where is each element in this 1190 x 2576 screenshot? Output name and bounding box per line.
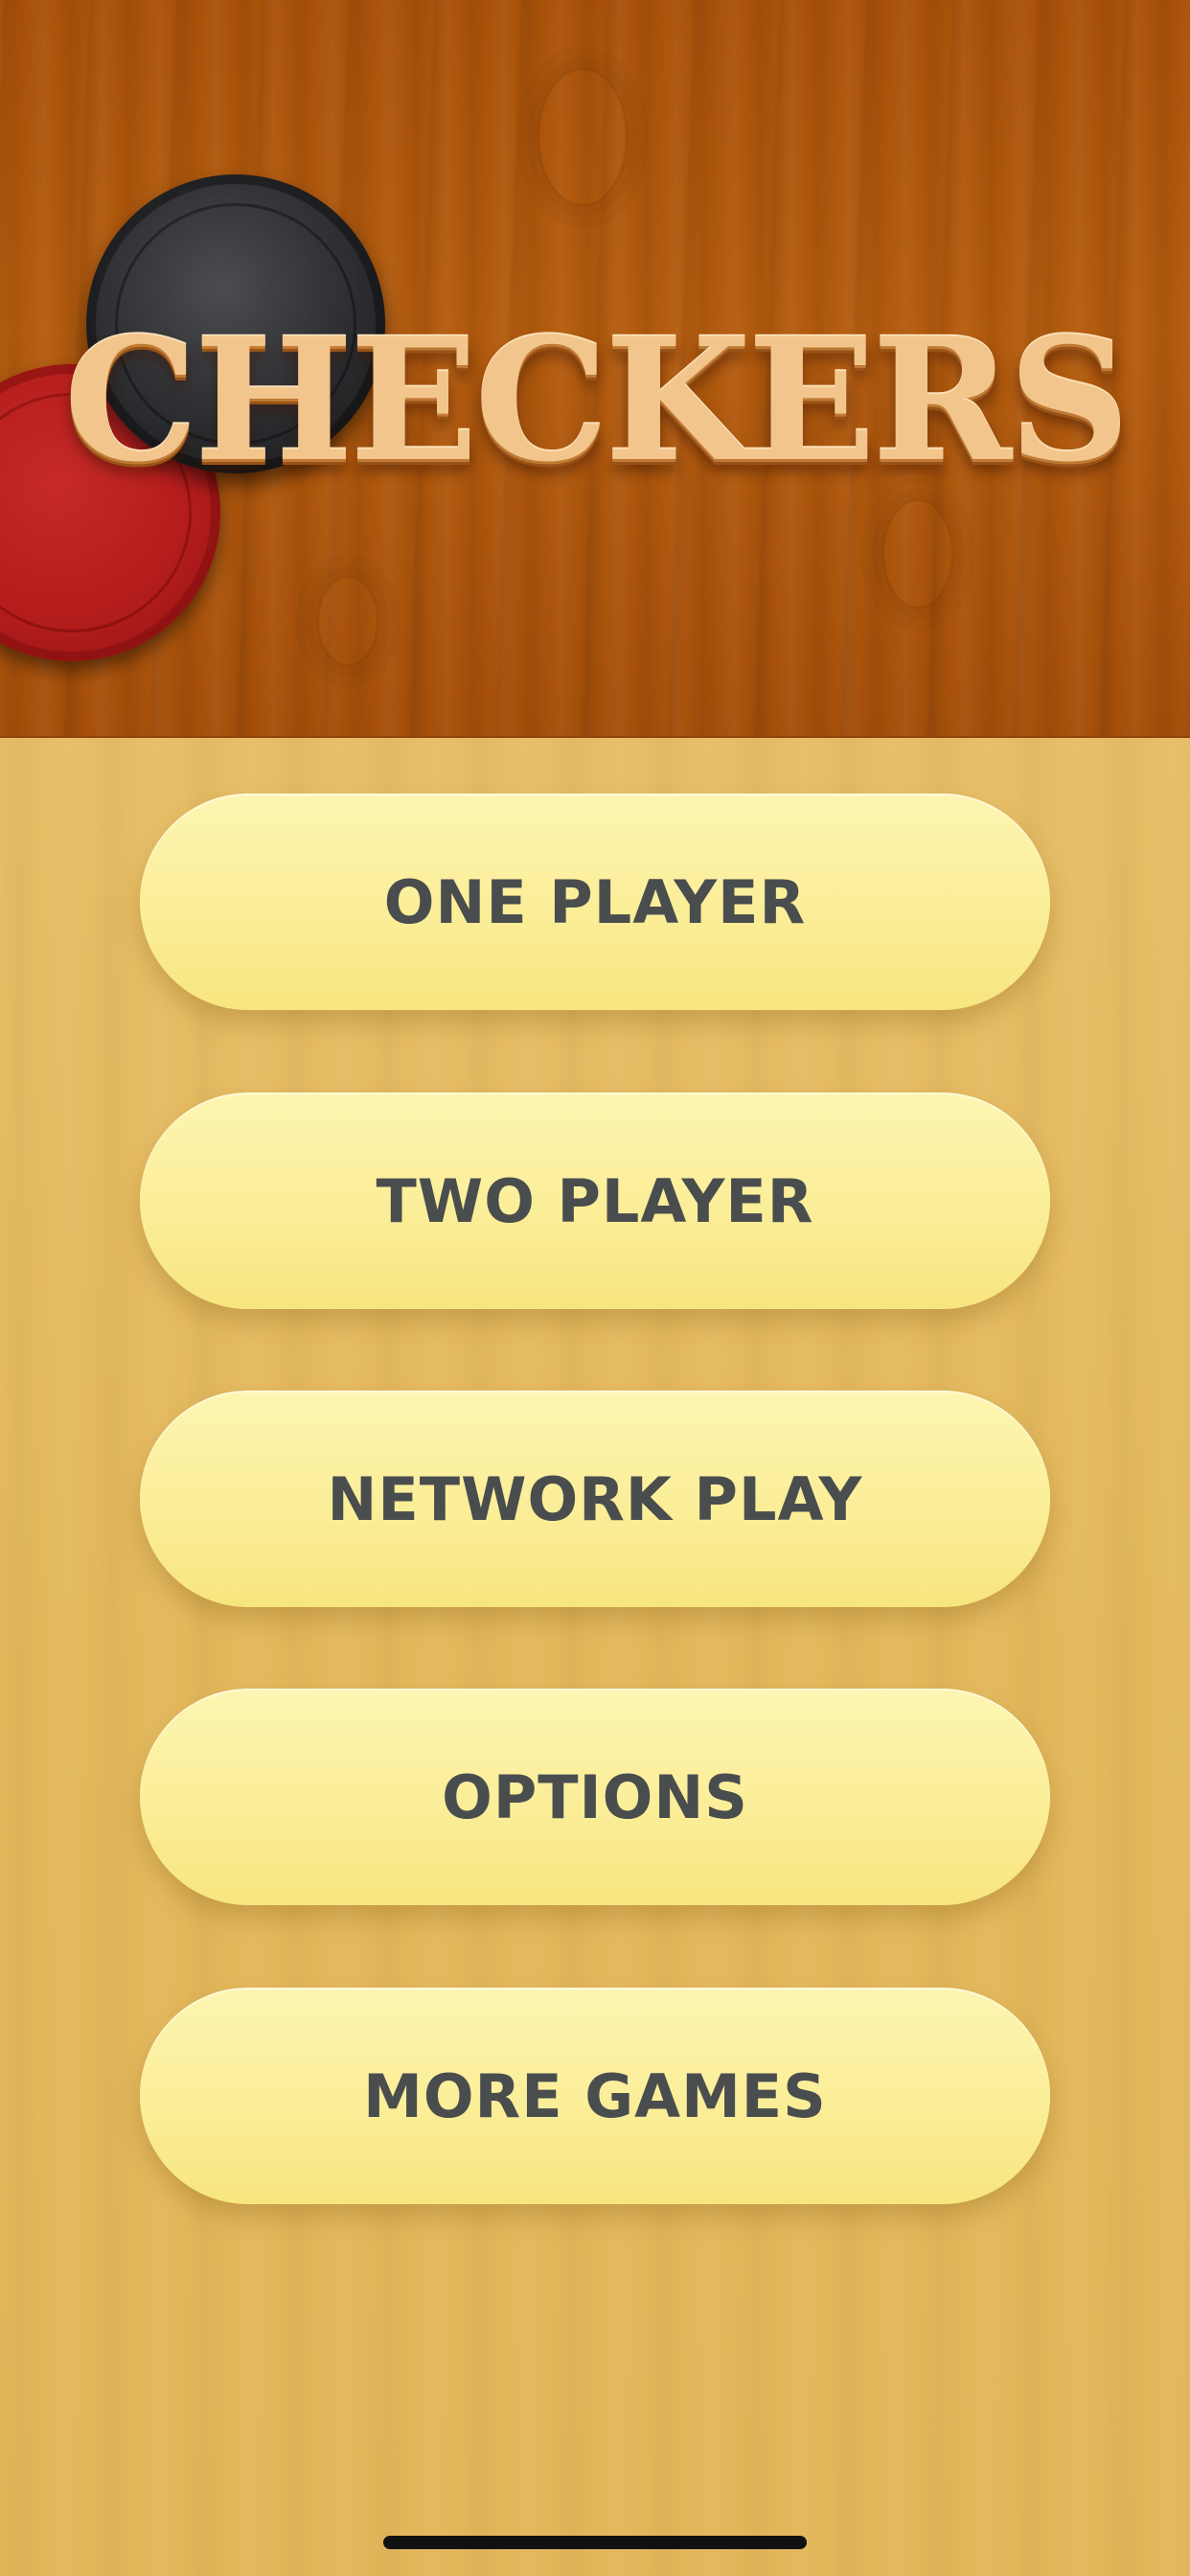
- options-label: OPTIONS: [442, 1761, 748, 1832]
- wood-grain-decoration: [881, 498, 954, 610]
- title-banner: CHECKERS: [0, 0, 1190, 738]
- wood-grain-decoration: [316, 575, 379, 667]
- network-play-button[interactable]: NETWORK PLAY: [140, 1391, 1050, 1607]
- home-indicator[interactable]: [383, 2536, 807, 2549]
- more-games-button[interactable]: MORE GAMES: [140, 1988, 1050, 2204]
- wood-grain-decoration: [537, 67, 629, 207]
- one-player-label: ONE PLAYER: [383, 866, 807, 937]
- options-button[interactable]: OPTIONS: [140, 1689, 1050, 1905]
- two-player-label: TWO PLAYER: [376, 1165, 814, 1236]
- one-player-button[interactable]: ONE PLAYER: [140, 794, 1050, 1010]
- network-play-label: NETWORK PLAY: [327, 1463, 863, 1534]
- more-games-label: MORE GAMES: [363, 2060, 827, 2131]
- two-player-button[interactable]: TWO PLAYER: [140, 1092, 1050, 1309]
- main-menu: ONE PLAYER TWO PLAYER NETWORK PLAY OPTIO…: [0, 738, 1190, 2576]
- game-title: CHECKERS: [63, 301, 1130, 499]
